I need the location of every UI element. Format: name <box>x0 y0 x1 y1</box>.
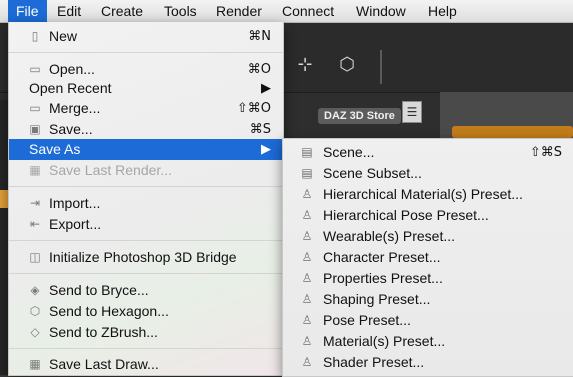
submenu-item-wearables-preset[interactable]: ♙ Wearable(s) Preset... <box>283 226 573 247</box>
submenu-item-shader-preset[interactable]: ♙ Shader Preset... <box>283 352 573 373</box>
menu-item-save-as[interactable]: Save As ▶ <box>9 139 283 160</box>
left-panel-tab[interactable] <box>0 190 8 208</box>
file-menu: ▯ New ⌘N ▭ Open... ⌘O Open Recent ▶ ▭ Me… <box>8 22 284 376</box>
hexagon-icon: ⬡ <box>29 304 41 318</box>
menu-item-save-last-draw[interactable]: ▦ Save Last Draw... <box>9 354 283 375</box>
open-folder-icon: ▭ <box>29 62 41 76</box>
menu-item-export[interactable]: ⇤ Export... <box>9 214 283 235</box>
submenu-item-scene[interactable]: ▤ Scene... ⇧⌘S <box>283 142 573 163</box>
pose-icon: ♙ <box>301 313 313 327</box>
menu-window[interactable]: Window <box>348 0 414 22</box>
menu-item-import[interactable]: ⇥ Import... <box>9 193 283 214</box>
menu-create[interactable]: Create <box>93 0 151 22</box>
character-icon: ♙ <box>301 250 313 264</box>
submenu-item-pose-preset[interactable]: ♙ Pose Preset... <box>283 310 573 331</box>
render-image-icon: ▦ <box>29 163 41 177</box>
submenu-item-shaping-preset[interactable]: ♙ Shaping Preset... <box>283 289 573 310</box>
material-icon: ♙ <box>301 334 313 348</box>
new-document-icon: ▯ <box>31 29 39 43</box>
scene-subset-icon: ▤ <box>301 166 313 180</box>
save-draw-icon: ▦ <box>29 357 41 371</box>
menu-edit[interactable]: Edit <box>49 0 89 22</box>
floppy-disk-icon: ▣ <box>29 122 41 136</box>
properties-icon: ♙ <box>301 271 313 285</box>
menu-separator <box>9 186 283 187</box>
import-icon: ⇥ <box>29 196 41 210</box>
hierarchical-material-icon: ♙ <box>301 187 313 201</box>
hierarchical-pose-icon: ♙ <box>301 208 313 222</box>
shaping-icon: ♙ <box>301 292 313 306</box>
submenu-item-scene-subset[interactable]: ▤ Scene Subset... <box>283 163 573 184</box>
viewport-frame <box>452 126 573 138</box>
scene-icon: ▤ <box>301 145 313 159</box>
menu-separator <box>9 273 283 274</box>
merge-folder-icon: ▭ <box>29 101 41 115</box>
left-panel-strip <box>0 100 8 375</box>
wearable-icon: ♙ <box>301 229 313 243</box>
menu-item-send-to-zbrush[interactable]: ◇ Send to ZBrush... <box>9 322 283 343</box>
bryce-icon: ◈ <box>30 283 40 297</box>
menu-item-send-to-bryce[interactable]: ◈ Send to Bryce... <box>9 280 283 301</box>
menu-item-photoshop-bridge[interactable]: ◫ Initialize Photoshop 3D Bridge <box>9 247 283 268</box>
menu-bar: File Edit Create Tools Render Connect Wi… <box>0 0 573 23</box>
menu-item-new[interactable]: ▯ New ⌘N <box>9 26 283 47</box>
menu-item-merge[interactable]: ▭ Merge... ⇧⌘O <box>9 98 283 119</box>
menu-item-send-to-hexagon[interactable]: ⬡ Send to Hexagon... <box>9 301 283 322</box>
menu-separator <box>9 348 283 349</box>
menu-separator <box>9 240 283 241</box>
panel-options-icon[interactable]: ☰ <box>402 101 422 123</box>
prop-add-icon[interactable]: ⬡ <box>334 52 360 78</box>
menu-help[interactable]: Help <box>420 0 465 22</box>
zbrush-icon: ◇ <box>30 325 40 339</box>
figure-add-icon[interactable]: ⊹ <box>292 52 318 78</box>
menu-item-save[interactable]: ▣ Save... ⌘S <box>9 119 283 140</box>
menu-connect[interactable]: Connect <box>274 0 342 22</box>
menu-separator <box>9 52 283 53</box>
menu-file[interactable]: File <box>8 0 47 22</box>
submenu-item-hierarchical-material-preset[interactable]: ♙ Hierarchical Material(s) Preset... <box>283 184 573 205</box>
save-as-submenu: ▤ Scene... ⇧⌘S ▤ Scene Subset... ♙ Hiera… <box>282 138 573 377</box>
submenu-item-hierarchical-pose-preset[interactable]: ♙ Hierarchical Pose Preset... <box>283 205 573 226</box>
menu-item-save-last-render[interactable]: ▦ Save Last Render... <box>9 160 283 181</box>
submenu-arrow-icon: ▶ <box>261 142 271 157</box>
menu-item-open[interactable]: ▭ Open... ⌘O <box>9 59 283 80</box>
photoshop-bridge-icon: ◫ <box>29 250 41 264</box>
submenu-item-materials-preset[interactable]: ♙ Material(s) Preset... <box>283 331 573 352</box>
submenu-arrow-icon: ▶ <box>261 81 271 96</box>
menu-item-open-recent[interactable]: Open Recent ▶ <box>9 78 283 99</box>
menu-tools[interactable]: Tools <box>156 0 205 22</box>
submenu-item-properties-preset[interactable]: ♙ Properties Preset... <box>283 268 573 289</box>
export-icon: ⇤ <box>29 217 41 231</box>
menu-render[interactable]: Render <box>208 0 270 22</box>
toolbar-divider <box>380 50 382 84</box>
daz-store-tab[interactable]: DAZ 3D Store <box>318 108 401 124</box>
shader-icon: ♙ <box>301 355 313 369</box>
submenu-item-character-preset[interactable]: ♙ Character Preset... <box>283 247 573 268</box>
